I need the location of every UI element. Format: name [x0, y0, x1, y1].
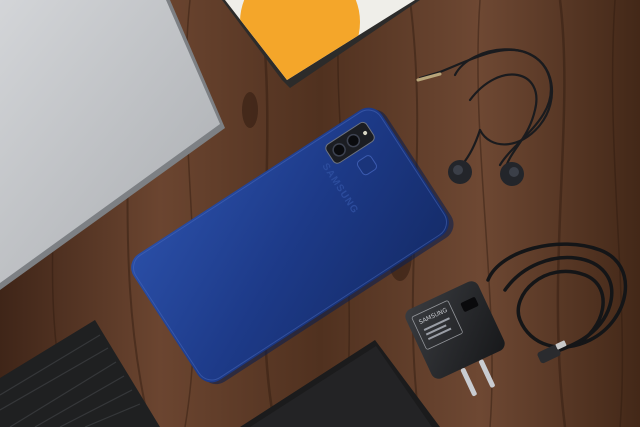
- photo-illustration: SAMSUNG SAMSUNG: [0, 0, 640, 427]
- photo-scene: SAMSUNG SAMSUNG: [0, 0, 640, 427]
- earbud-right: [500, 162, 524, 186]
- earbud-left: [448, 160, 472, 184]
